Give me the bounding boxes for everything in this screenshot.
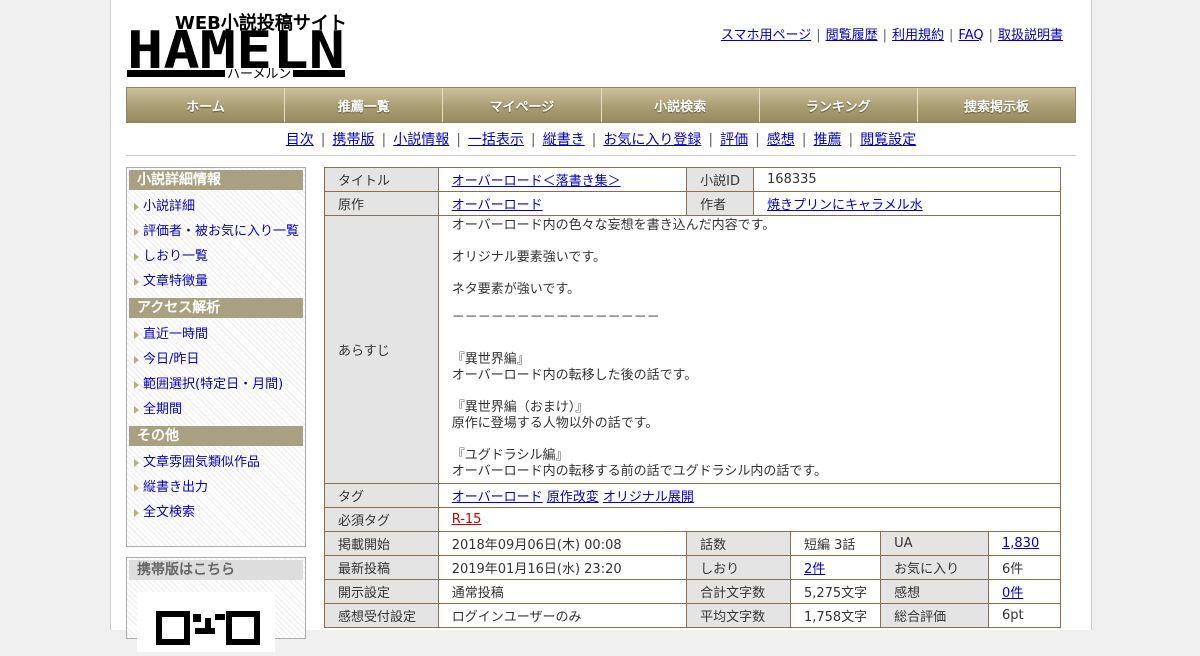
author-link[interactable]: 焼きプリンにキャラメル水 [767,198,923,213]
nav-home[interactable]: ホーム [127,88,286,122]
header-links: スマホ用ページ | 閲覧履歴 | 利用規約 | FAQ | 取扱説明書 [720,28,1063,43]
page: WEB小説投稿サイト HAMELN ハーメルン スマホ用ページ | 閲覧履歴 | 利用規… [110,0,1092,652]
link-manual[interactable]: 取扱説明書 [998,28,1063,43]
subnav-rate[interactable]: 評価 [720,132,748,148]
sidebar-section-title: その他 [129,426,303,446]
nav-board[interactable]: 捜索掲示板 [917,88,1076,122]
sidebar-item[interactable]: 小説詳細 [127,194,305,219]
site-logo[interactable]: WEB小説投稿サイト HAMELN ハーメルン [127,10,347,82]
link-history[interactable]: 閲覧履歴 [826,28,878,43]
nav-recommend[interactable]: 推薦一覧 [285,88,444,122]
required-tags-label: 必須タグ [324,507,439,532]
subnav-mobile[interactable]: 携帯版 [332,132,374,148]
sidebar-item[interactable]: 縦書き出力 [127,475,305,500]
stat-value: 6pt [988,603,1061,628]
stat-label: 最新投稿 [324,555,439,580]
subnav-toc[interactable]: 目次 [286,132,314,148]
link-faq[interactable]: FAQ [958,28,983,43]
main-nav: ホーム 推薦一覧 マイページ 小説検索 ランキング 捜索掲示板 [126,87,1076,123]
logo-kana: ハーメルン [227,67,291,80]
subnav-info[interactable]: 小説情報 [393,132,449,148]
stat-value: ログインユーザーのみ [437,603,688,628]
subnav-recommend[interactable]: 推薦 [814,132,842,148]
ua-link[interactable]: 1,830 [1002,536,1039,551]
stat-label: 合計文字数 [686,579,791,604]
qr-code [137,592,275,652]
stat-value: 6件 [988,555,1061,580]
stat-value: 通常投稿 [437,579,688,604]
subnav-review[interactable]: 感想 [767,132,795,148]
nav-ranking[interactable]: ランキング [759,88,918,122]
stat-label: しおり [686,555,791,580]
stat-value: 短編 3話 [789,531,882,556]
nav-mypage[interactable]: マイページ [443,88,602,122]
sidebar-item[interactable]: しおり一覧 [127,244,305,269]
subnav-vertical[interactable]: 縦書き [543,132,585,148]
title-label: タイトル [324,167,439,192]
stat-value: 2018年09月06日(木) 00:08 [437,531,688,556]
stat-label: 総合評価 [880,603,989,628]
sidebar-item[interactable]: 範囲選択(特定日・月間) [127,372,305,397]
tag-link[interactable]: オーバーロード [452,490,543,505]
id-label: 小説ID [686,167,755,192]
sub-nav: 目次 | 携帯版 | 小説情報 | 一括表示 | 縦書き | お気に入り登録 | 評価 | 感想 | 推薦 | 閲覧… [285,132,917,148]
subnav-all[interactable]: 一括表示 [468,132,524,148]
original-label: 原作 [324,191,439,216]
sidebar-item[interactable]: 全文検索 [127,500,305,525]
stat-value: 2019年01月16日(水) 23:20 [437,555,688,580]
mobile-box: 携帯版はこちら [126,557,306,652]
tag-link[interactable]: 原作改変 [547,490,599,505]
nav-search[interactable]: 小説検索 [601,88,760,122]
subnav-favorite[interactable]: お気に入り登録 [603,132,701,148]
link-smartphone[interactable]: スマホ用ページ [721,28,811,43]
stat-label: お気に入り [880,555,989,580]
sidebar-item[interactable]: 今日/昨日 [127,347,305,372]
review-count-link[interactable]: 0件 [1002,586,1023,601]
author-label: 作者 [686,191,755,216]
rating-tag-link[interactable]: R-15 [452,512,482,527]
bookmark-link[interactable]: 2件 [804,562,825,577]
synopsis-label: あらすじ [324,215,439,484]
sidebar-item[interactable]: 文章特徴量 [127,269,305,294]
tags-label: タグ [324,483,439,508]
stat-label: UA [880,531,989,556]
link-terms[interactable]: 利用規約 [892,28,944,43]
sidebar-item[interactable]: 直近一時間 [127,322,305,347]
synopsis: オーバーロード内の色々な妄想を書き込んだ内容です。 オリジナル要素強いです。 ネ… [437,215,1062,484]
sidebar: 小説詳細情報 小説詳細 評価者・被お気に入り一覧 しおり一覧 文章特徴量 アクセ… [126,167,306,547]
original-link[interactable]: オーバーロード [452,198,543,213]
novel-title-link[interactable]: オーバーロード＜落書き集＞ [452,174,621,189]
sidebar-section-title: 小説詳細情報 [129,170,303,190]
divider [126,155,1076,156]
subnav-settings[interactable]: 閲覧設定 [860,132,916,148]
stat-label: 掲載開始 [324,531,439,556]
stat-label: 感想受付設定 [324,603,439,628]
tag-link[interactable]: オリジナル展開 [603,490,694,505]
sidebar-section-title: アクセス解析 [129,298,303,318]
stat-label: 開示設定 [324,579,439,604]
stat-label: 平均文字数 [686,603,791,628]
stat-value: 5,275文字 [789,579,882,604]
sidebar-item[interactable]: 全期間 [127,397,305,422]
sidebar-item[interactable]: 文章雰囲気類似作品 [127,450,305,475]
stat-value: 1,758文字 [789,603,882,628]
sidebar-item[interactable]: 評価者・被お気に入り一覧 [127,219,305,244]
novel-info-table: タイトル オーバーロード＜落書き集＞ 小説ID 168335 原作 オーバーロー… [324,167,1062,628]
stat-label: 感想 [880,579,989,604]
novel-id: 168335 [753,167,1061,192]
mobile-box-title: 携帯版はこちら [129,560,303,580]
stat-label: 話数 [686,531,791,556]
